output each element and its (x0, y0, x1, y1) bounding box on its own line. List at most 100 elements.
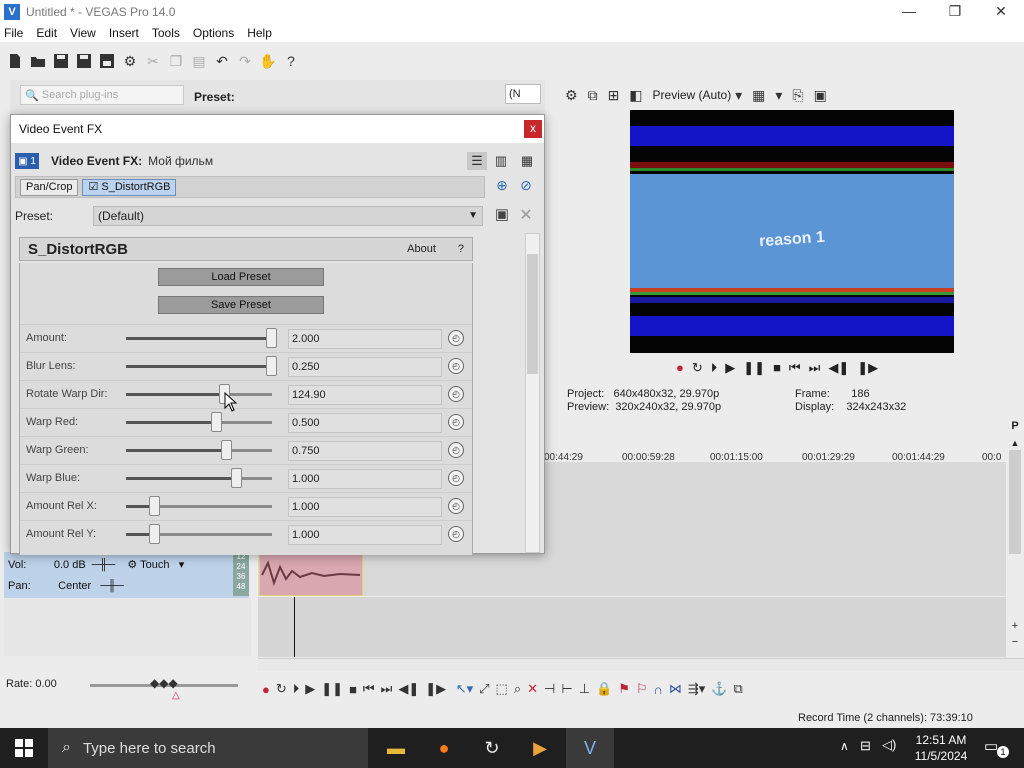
loop-icon[interactable]: ↻ (276, 681, 287, 697)
volume-slider[interactable]: ─╫─ (89, 559, 125, 571)
zoom-tool-icon[interactable]: ⌕ (514, 681, 521, 697)
remove-plugin-icon[interactable]: ⊘ (516, 177, 536, 197)
param-keyframe-icon[interactable]: ◴ (448, 498, 464, 514)
network-icon[interactable]: ⊟ (860, 738, 871, 754)
param-value-input[interactable]: 0.750 (288, 441, 442, 461)
region-icon[interactable]: ⚐ (636, 681, 648, 697)
pause-icon[interactable]: ❚❚ (743, 360, 765, 376)
save-as-icon[interactable] (75, 52, 93, 70)
maximize-button[interactable]: ❐ (932, 0, 978, 23)
timeline-video-track-area[interactable] (540, 462, 1006, 557)
save-preset-icon[interactable]: ▣ (492, 205, 512, 225)
param-keyframe-icon[interactable]: ◴ (448, 470, 464, 486)
stop-icon[interactable]: ■ (773, 360, 781, 376)
timeline-vertical-scrollbar[interactable]: P ▲ + − (1006, 420, 1024, 673)
timeline-cursor[interactable] (294, 597, 295, 657)
new-file-icon[interactable] (6, 52, 24, 70)
chevron-down-icon[interactable]: ▾ (775, 87, 782, 104)
param-slider-thumb[interactable] (149, 496, 160, 516)
chain-pan-crop[interactable]: Pan/Crop (20, 178, 79, 196)
vegas-pro-taskbar-icon[interactable]: V (566, 728, 614, 768)
whats-this-help-icon[interactable]: ? (282, 52, 300, 70)
dialog-title-bar[interactable]: Video Event FX x (11, 115, 544, 143)
chevron-down-icon[interactable]: ▾ (173, 559, 185, 571)
chevron-up-icon[interactable]: ∧ (840, 739, 849, 753)
menu-tools[interactable]: Tools (152, 26, 180, 40)
param-value-input[interactable]: 2.000 (288, 329, 442, 349)
snapping-magnet-icon[interactable]: ∩ (654, 682, 663, 697)
grid-icon[interactable]: ▦ (752, 87, 765, 104)
menu-insert[interactable]: Insert (109, 26, 139, 40)
minimize-button[interactable]: — (886, 0, 932, 23)
lock-icon[interactable]: 🔒 (596, 681, 612, 697)
zoom-out-icon[interactable]: − (1009, 636, 1021, 648)
ripple-edit-icon[interactable]: ⇶▾ (688, 681, 705, 697)
next-frame-icon[interactable]: ❚▶ (857, 360, 878, 376)
go-to-end-icon[interactable]: ⏭ (809, 360, 821, 376)
chain-s-distortrgb[interactable]: ☑ S_DistortRGB (82, 178, 177, 196)
play-from-start-icon[interactable]: ⏵ (711, 360, 718, 376)
record-icon[interactable]: ● (676, 360, 684, 376)
normal-edit-tool-icon[interactable]: ↖▾ (452, 681, 473, 697)
go-to-start-icon[interactable]: ⏮ (789, 360, 801, 376)
taskbar-search-box[interactable]: ⌕ Type here to search (48, 728, 368, 768)
scroll-thumb[interactable] (1009, 450, 1021, 554)
volume-icon[interactable]: ◁) (882, 737, 896, 753)
param-value-input[interactable]: 1.000 (288, 469, 442, 489)
split-screen-icon[interactable]: ⊞ (608, 87, 620, 104)
chevron-down-icon[interactable]: ▾ (731, 87, 742, 104)
close-button[interactable]: ✕ (978, 0, 1024, 23)
help-button[interactable]: ? (458, 243, 464, 255)
view-compact-icon[interactable]: ▥ (491, 152, 511, 170)
go-to-start-icon[interactable]: ⏮ (363, 681, 375, 697)
about-button[interactable]: About (407, 243, 436, 255)
record-icon[interactable]: ● (262, 682, 270, 697)
plugin-chain-icon[interactable]: ⊕ (492, 177, 512, 197)
save-preset-button[interactable]: Save Preset (158, 296, 324, 314)
media-app-icon[interactable]: ▶ (516, 728, 564, 768)
view-grid-icon[interactable]: ▦ (517, 152, 537, 170)
prev-frame-icon[interactable]: ◀❚ (828, 360, 849, 376)
param-slider-thumb[interactable] (231, 468, 242, 488)
track-list-empty[interactable] (4, 598, 251, 656)
plugin-filter-dropdown[interactable]: (N (505, 84, 541, 104)
pause-icon[interactable]: ❚❚ (321, 681, 343, 697)
overlays-icon[interactable]: ◧ (629, 87, 642, 104)
menu-options[interactable]: Options (193, 26, 234, 40)
param-slider-thumb[interactable] (149, 524, 160, 544)
param-value-input[interactable]: 0.500 (288, 413, 442, 433)
param-slider-thumb[interactable] (266, 328, 277, 348)
automation-gear-icon[interactable]: ⚙ (127, 559, 137, 571)
play-icon[interactable]: ▶ (725, 360, 735, 376)
scroll-up-icon[interactable]: ▲ (1009, 438, 1021, 450)
timeline-audio-track-area[interactable] (258, 552, 1006, 596)
stop-icon[interactable]: ■ (349, 682, 357, 697)
copy-icon[interactable]: ❐ (167, 52, 185, 70)
delete-preset-icon[interactable]: ✕ (516, 205, 536, 225)
next-frame-icon[interactable]: ❚▶ (425, 681, 446, 697)
zoom-in-icon[interactable]: + (1009, 620, 1021, 632)
external-monitor-icon[interactable]: ⧉ (588, 87, 598, 104)
timeline-ruler[interactable]: 00:44:29 00:00:59:28 00:01:15:00 00:01:2… (540, 446, 1010, 463)
scroll-thumb[interactable] (527, 254, 538, 374)
pan-slider[interactable]: ─╫─ (94, 580, 123, 592)
prev-frame-icon[interactable]: ◀❚ (398, 681, 419, 697)
rate-slider-thumb-icon[interactable]: ◆◆◆ (150, 676, 178, 690)
param-keyframe-icon[interactable]: ◴ (448, 330, 464, 346)
automation-mode[interactable]: Touch (140, 559, 169, 571)
gear-icon[interactable]: ⚙ (121, 52, 139, 70)
plugin-search-input[interactable]: 🔍 Search plug-ins (20, 85, 184, 105)
paste-icon[interactable]: ▤ (190, 52, 208, 70)
audio-event-clip[interactable] (259, 552, 363, 596)
play-icon[interactable]: ▶ (305, 681, 315, 697)
param-value-input[interactable]: 0.250 (288, 357, 442, 377)
split-icon[interactable]: ⊥ (579, 681, 590, 697)
firefox-icon[interactable]: ● (420, 728, 468, 768)
file-explorer-icon[interactable]: ▬ (372, 728, 420, 768)
param-keyframe-icon[interactable]: ◴ (448, 386, 464, 402)
delete-icon[interactable]: ✕ (527, 681, 538, 697)
param-value-input[interactable]: 1.000 (288, 525, 442, 545)
param-value-input[interactable]: 1.000 (288, 497, 442, 517)
marker-icon[interactable]: ⚑ (618, 681, 630, 697)
envelope-tool-icon[interactable]: ⤢ (479, 681, 489, 697)
